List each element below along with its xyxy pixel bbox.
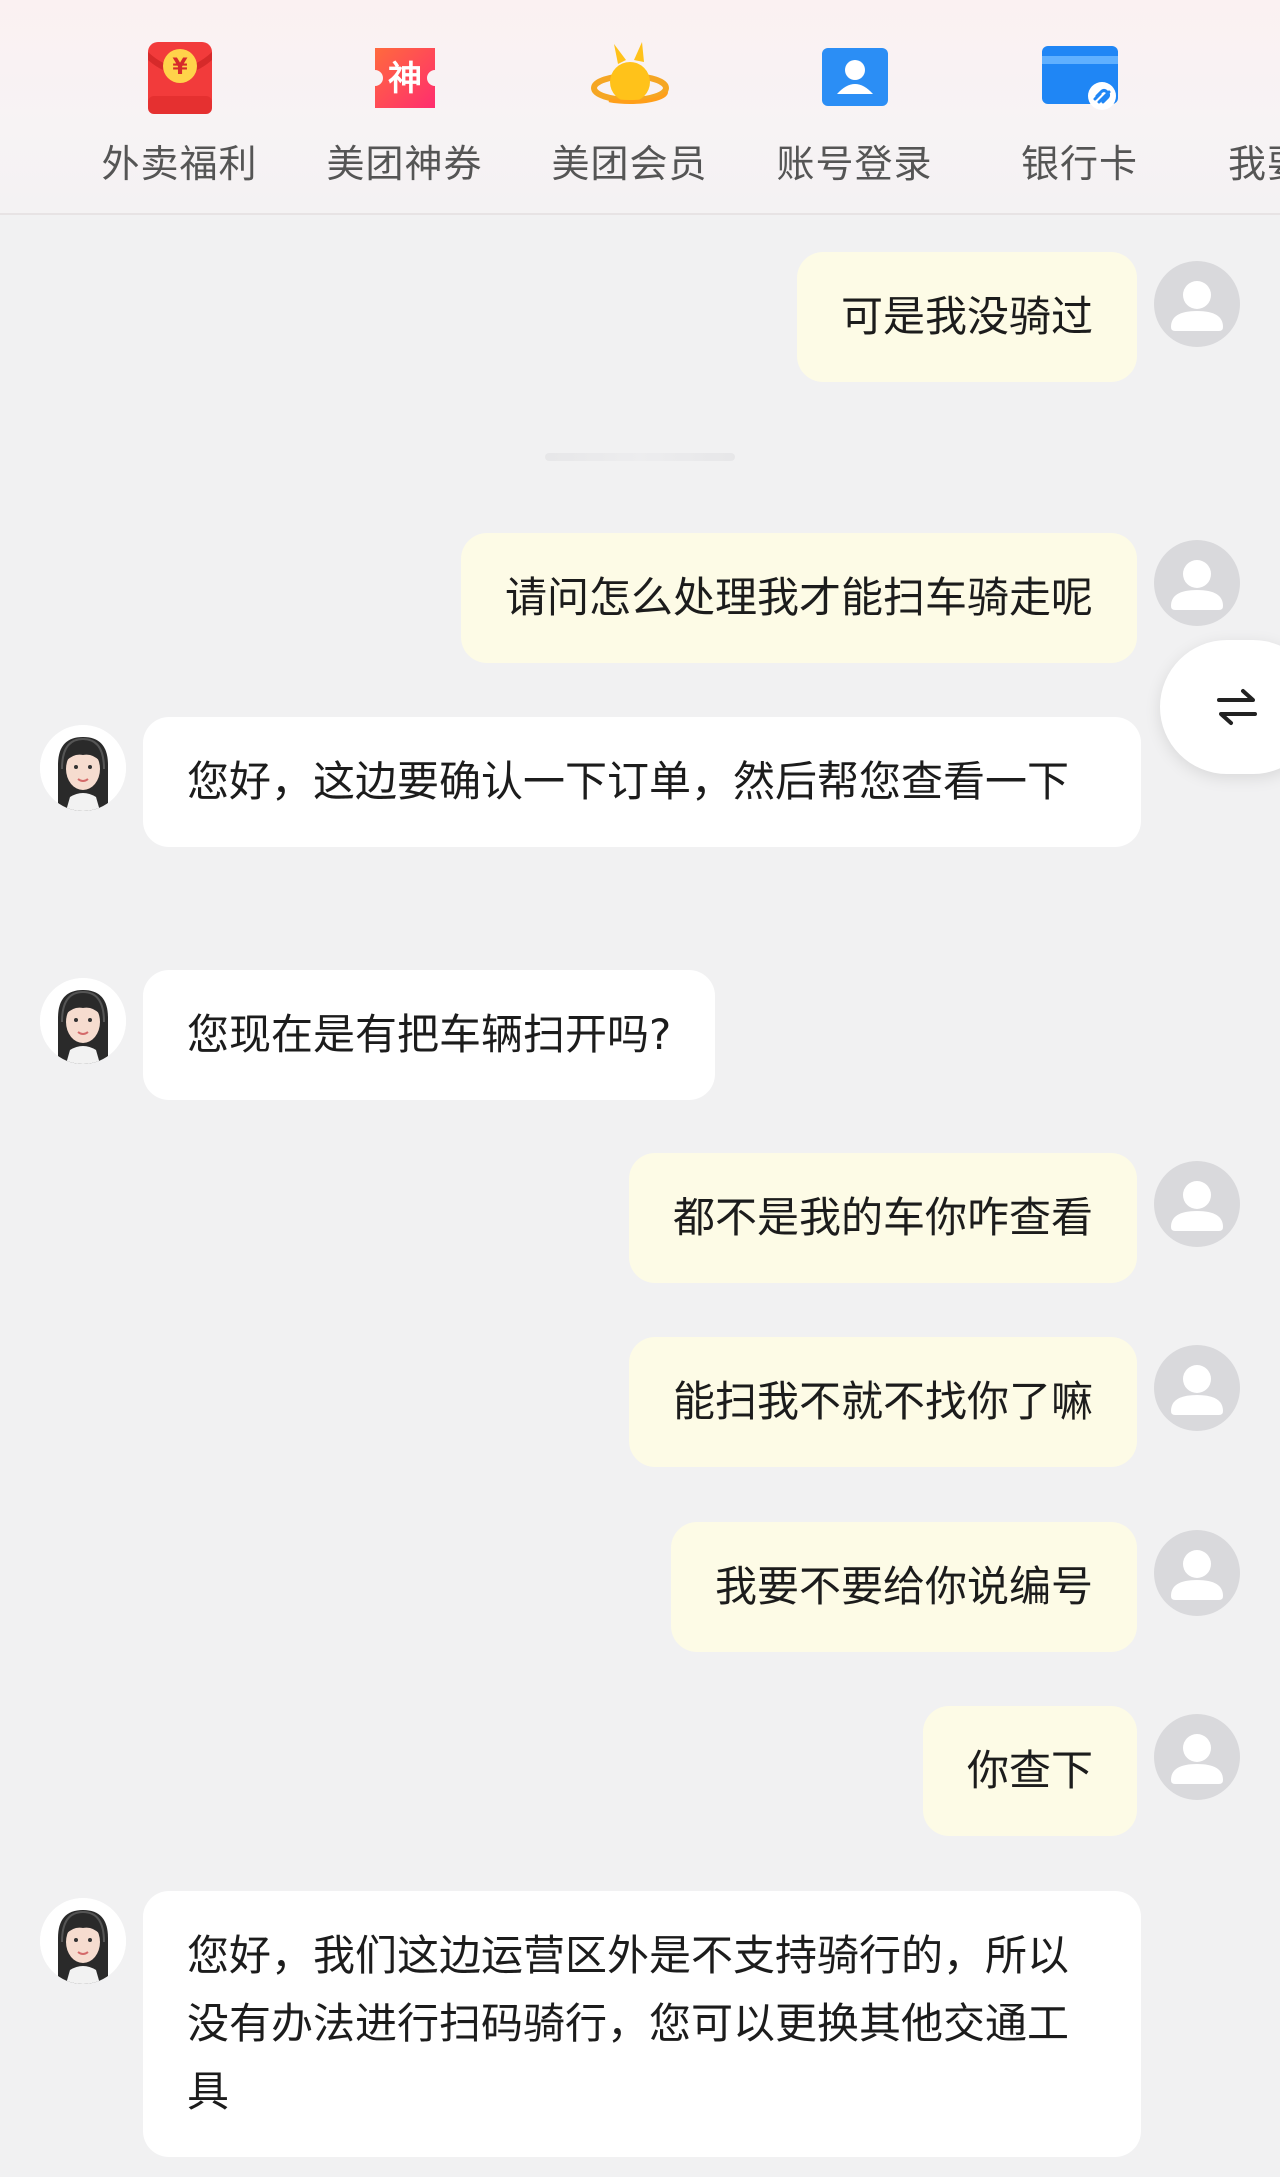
agent-message-bubble[interactable]: 您好，这边要确认一下订单，然后帮您查看一下 <box>143 717 1141 847</box>
svg-text:神: 神 <box>388 59 422 99</box>
user-silhouette-icon <box>1171 281 1223 331</box>
quick-action-label: 账号登录 <box>776 142 933 186</box>
user-silhouette-icon <box>1171 1365 1223 1415</box>
more-icon <box>1265 38 1280 118</box>
message-text: 都不是我的车你咋查看 <box>672 1193 1093 1242</box>
agent-avatar[interactable] <box>40 725 126 811</box>
quick-action-label: 银行卡 <box>1020 142 1138 186</box>
user-avatar[interactable] <box>1154 261 1240 347</box>
bank-card-link-icon <box>1042 46 1118 110</box>
message-text: 您好，这边要确认一下订单，然后帮您查看一下 <box>187 757 1070 806</box>
user-silhouette-icon <box>1171 1181 1223 1231</box>
customer-service-agent-icon <box>40 725 126 811</box>
quick-action-meituan-member[interactable]: 美团会员 <box>517 0 742 213</box>
user-message-bubble[interactable]: 我要不要给你说编号 <box>670 1522 1137 1652</box>
user-silhouette-icon <box>1171 1550 1223 1600</box>
kangaroo-planet-icon <box>591 42 669 104</box>
user-avatar[interactable] <box>1154 1161 1240 1247</box>
red-packet-icon: ¥ <box>148 42 212 114</box>
quick-action-takeout-welfare[interactable]: ¥ 外卖福利 <box>67 0 292 213</box>
quick-actions-bar: ¥ 外卖福利 神 美团神券 美团会员 账号登录 银行卡 我 <box>0 0 1280 215</box>
quick-action-account-login[interactable]: 账号登录 <box>742 0 967 213</box>
user-avatar[interactable] <box>1154 1714 1240 1800</box>
user-silhouette-icon <box>1171 1734 1223 1784</box>
quick-action-label: 外卖福利 <box>101 142 258 186</box>
user-silhouette-icon <box>1171 560 1223 610</box>
user-message-bubble[interactable]: 能扫我不就不找你了嘛 <box>628 1337 1137 1467</box>
chat-area[interactable]: 可是我没骑过 请问怎么处理我才能扫车骑走呢 您好，这边要确认一下订单，然后帮您查… <box>0 215 1280 2177</box>
coupon-icon: 神 <box>375 48 435 108</box>
user-avatar[interactable] <box>1154 1530 1240 1616</box>
quick-action-meituan-coupon[interactable]: 神 美团神券 <box>292 0 517 213</box>
account-icon <box>822 48 888 106</box>
customer-service-agent-icon <box>40 978 126 1064</box>
quick-action-bank-card[interactable]: 银行卡 <box>967 0 1192 213</box>
message-text: 你查下 <box>966 1746 1093 1795</box>
user-message-bubble[interactable]: 你查下 <box>922 1706 1137 1836</box>
message-text: 您好，我们这边运营区外是不支持骑行的，所以没有办法进行扫码骑行，您可以更换其他交… <box>187 1931 1070 2116</box>
message-text: 我要不要给你说编号 <box>714 1562 1093 1611</box>
message-text: 可是我没骑过 <box>840 292 1093 341</box>
quick-action-label: 我要 <box>1228 142 1280 186</box>
user-avatar[interactable] <box>1154 540 1240 626</box>
quick-action-label: 美团神券 <box>326 142 483 186</box>
agent-avatar[interactable] <box>40 1898 126 1984</box>
customer-service-agent-icon <box>40 1898 126 1984</box>
user-message-bubble[interactable]: 请问怎么处理我才能扫车骑走呢 <box>460 533 1137 663</box>
message-text: 请问怎么处理我才能扫车骑走呢 <box>504 573 1093 622</box>
user-avatar[interactable] <box>1154 1345 1240 1431</box>
user-message-bubble[interactable]: 都不是我的车你咋查看 <box>628 1153 1137 1283</box>
svg-text:¥: ¥ <box>172 55 188 80</box>
user-message-bubble[interactable]: 可是我没骑过 <box>796 252 1137 382</box>
quick-action-label: 美团会员 <box>551 142 708 186</box>
message-text: 您现在是有把车辆扫开吗? <box>187 1010 672 1059</box>
agent-message-bubble[interactable]: 您现在是有把车辆扫开吗? <box>143 970 716 1100</box>
message-text: 能扫我不就不找你了嘛 <box>672 1377 1093 1426</box>
agent-avatar[interactable] <box>40 978 126 1064</box>
quick-action-more[interactable]: 我要 <box>1192 0 1280 213</box>
faded-divider <box>545 453 735 461</box>
swap-arrows-icon <box>1217 689 1257 725</box>
agent-message-bubble[interactable]: 您好，我们这边运营区外是不支持骑行的，所以没有办法进行扫码骑行，您可以更换其他交… <box>143 1891 1141 2157</box>
